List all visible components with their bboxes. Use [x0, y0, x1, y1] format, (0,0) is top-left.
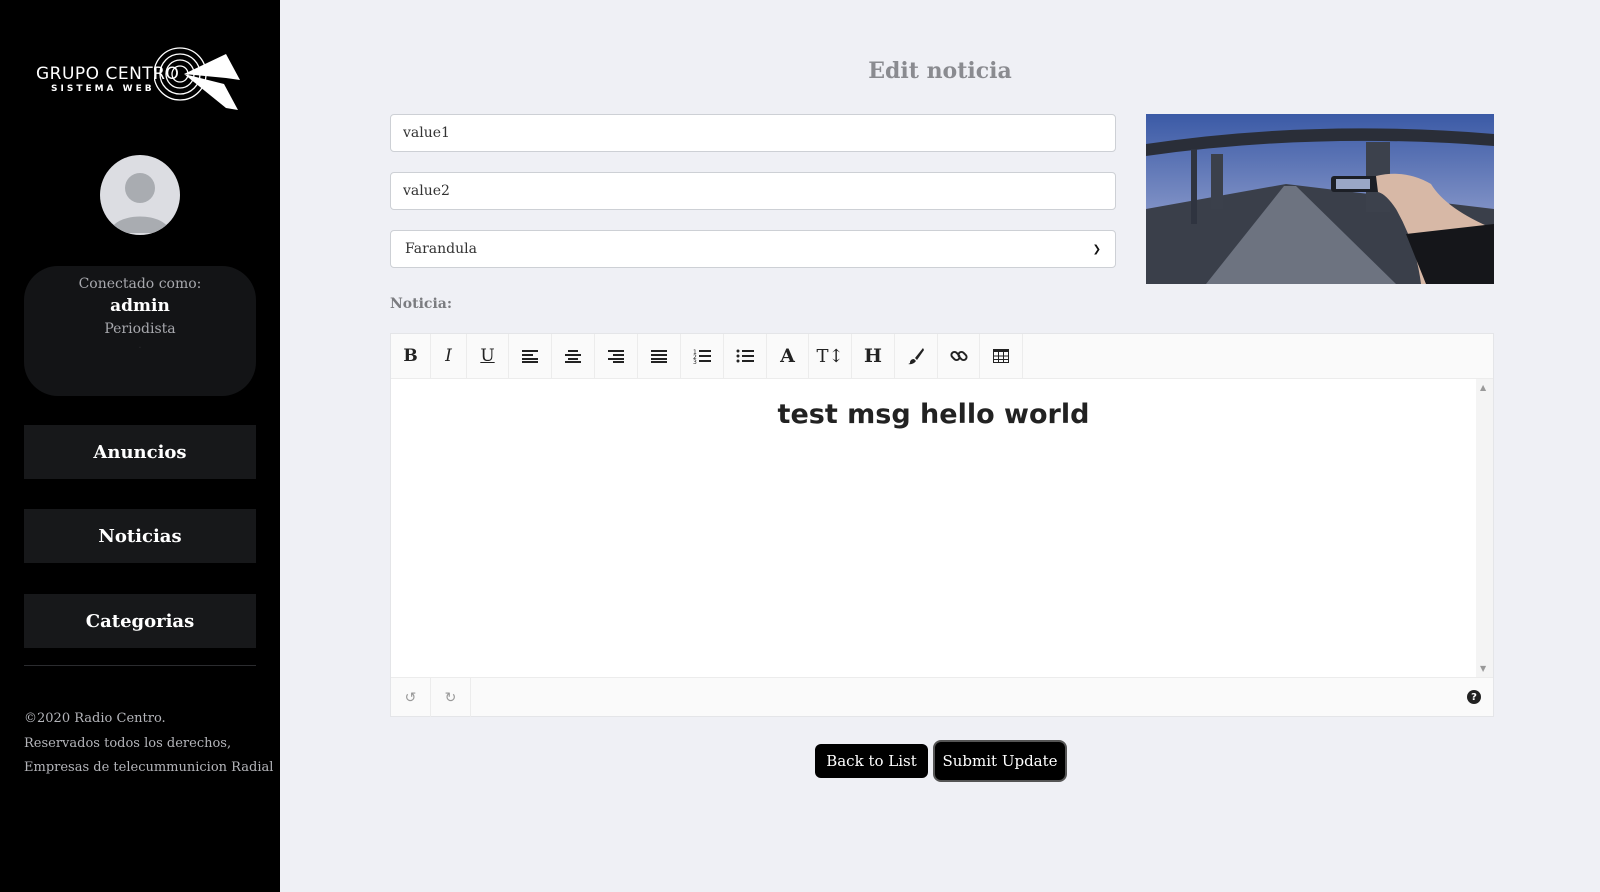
- nav-categorias[interactable]: Categorias: [24, 594, 256, 648]
- user-extra: .: [138, 340, 142, 351]
- field-2-input[interactable]: [390, 172, 1116, 210]
- footer-line-2: Reservados todos los derechos,: [24, 735, 232, 751]
- redo-icon[interactable]: ↻: [431, 678, 471, 717]
- sidebar: GRUPO CENTRO SISTEMA WEB Conectado como:…: [0, 0, 280, 892]
- table-icon[interactable]: [980, 334, 1023, 378]
- undo-icon[interactable]: ↺: [391, 678, 431, 717]
- submit-update-button[interactable]: Submit Update: [933, 740, 1067, 782]
- help-icon[interactable]: ?: [1467, 690, 1481, 704]
- scroll-up-icon[interactable]: ▲: [1480, 383, 1486, 392]
- bold-icon[interactable]: B: [391, 334, 431, 378]
- user-card: Conectado como: admin Periodista .: [24, 266, 256, 396]
- svg-text:3: 3: [693, 359, 697, 364]
- user-role: Periodista: [104, 321, 176, 337]
- editor-text: test msg hello world: [777, 399, 1090, 430]
- sidebar-divider: [24, 665, 256, 666]
- align-right-icon[interactable]: [595, 334, 638, 378]
- justify-icon[interactable]: [638, 334, 681, 378]
- logo: GRUPO CENTRO SISTEMA WEB: [36, 44, 246, 112]
- editor-toolbar: B I U 123 A T↕ H: [391, 334, 1493, 379]
- nav-noticias[interactable]: Noticias: [24, 509, 256, 563]
- field-1-input[interactable]: [390, 114, 1116, 152]
- page-title: Edit noticia: [868, 58, 1012, 84]
- unordered-list-icon[interactable]: [724, 334, 767, 378]
- back-to-list-button[interactable]: Back to List: [815, 744, 928, 778]
- nav-anuncios[interactable]: Anuncios: [24, 425, 256, 479]
- footer-line-3: Empresas de telecummunicion Radial: [24, 760, 274, 775]
- noticia-label: Noticia:: [390, 296, 453, 312]
- align-left-icon[interactable]: [509, 334, 552, 378]
- link-icon[interactable]: [938, 334, 980, 378]
- ordered-list-icon[interactable]: 123: [681, 334, 724, 378]
- rich-text-editor: B I U 123 A T↕ H test msg hello world ▲ …: [390, 333, 1494, 717]
- category-select[interactable]: Farandula ❯: [390, 230, 1116, 268]
- category-selected-value: Farandula: [405, 241, 477, 257]
- user-silhouette-icon: [110, 173, 170, 233]
- underline-icon[interactable]: U: [467, 334, 509, 378]
- editor-content[interactable]: test msg hello world: [391, 379, 1476, 677]
- chevron-down-icon: ❯: [1092, 243, 1101, 255]
- news-image: [1146, 114, 1494, 284]
- italic-icon[interactable]: I: [431, 334, 467, 378]
- scroll-down-icon[interactable]: ▼: [1480, 664, 1486, 673]
- logo-subtitle: SISTEMA WEB: [51, 84, 155, 94]
- logo-signal-icon: [154, 47, 240, 110]
- sidebar-footer: ©2020 Radio Centro. Reservados todos los…: [24, 707, 273, 781]
- editor-scrollbar[interactable]: ▲ ▼: [1476, 379, 1493, 677]
- font-color-icon[interactable]: A: [767, 334, 809, 378]
- font-size-icon[interactable]: T↕: [809, 334, 852, 378]
- brush-icon[interactable]: [895, 334, 938, 378]
- avatar: [100, 155, 180, 235]
- user-name: admin: [110, 296, 170, 316]
- heading-icon[interactable]: H: [852, 334, 895, 378]
- editor-bottombar: ↺ ↻ ?: [391, 677, 1493, 717]
- connected-label: Conectado como:: [78, 276, 202, 292]
- align-center-icon[interactable]: [552, 334, 595, 378]
- footer-line-1: ©2020 Radio Centro.: [24, 711, 166, 726]
